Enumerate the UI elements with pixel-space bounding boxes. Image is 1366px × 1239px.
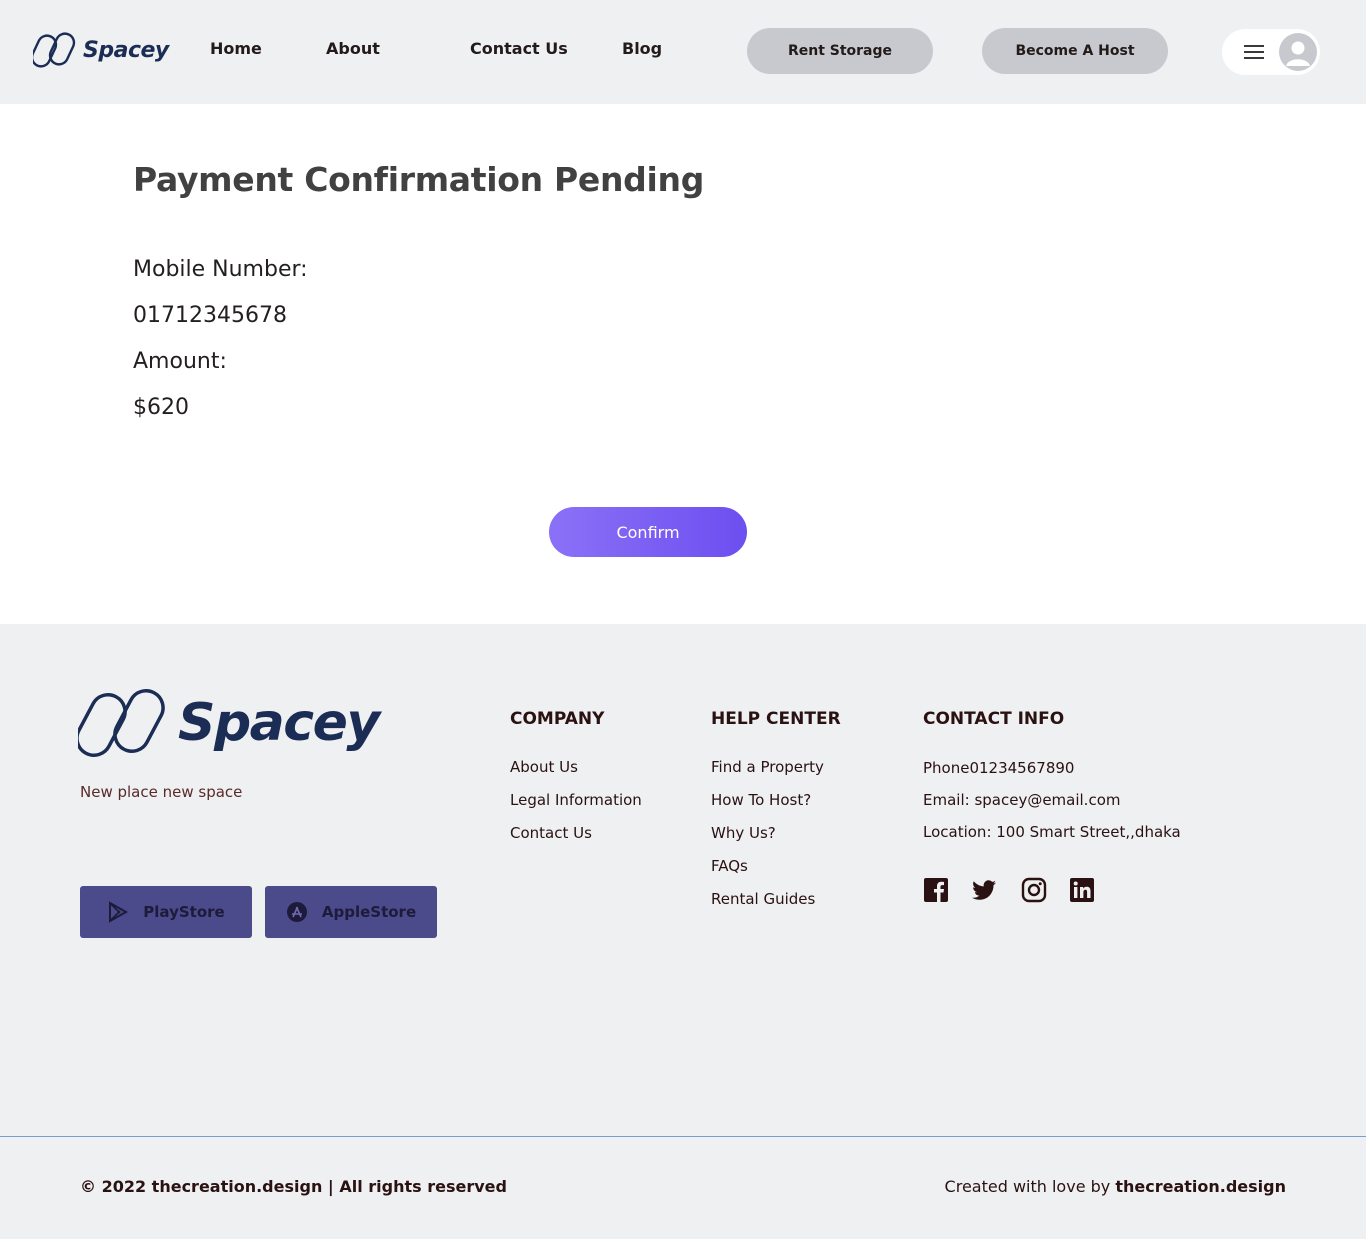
mobile-label: Mobile Number:: [133, 257, 308, 282]
logo-mark-icon: [78, 689, 165, 757]
logo-mark-icon: [33, 32, 76, 68]
nav-blog[interactable]: Blog: [622, 39, 662, 58]
contact-email[interactable]: Email: spacey@email.com: [923, 791, 1121, 809]
play-store-icon: [107, 901, 129, 923]
footer-link-faqs[interactable]: FAQs: [711, 857, 748, 875]
footer-link-legal-information[interactable]: Legal Information: [510, 791, 642, 809]
help-center-heading: HELP CENTER: [711, 709, 841, 729]
linkedin-icon[interactable]: [1069, 877, 1095, 903]
amount-label: Amount:: [133, 349, 227, 374]
rent-storage-button[interactable]: Rent Storage: [747, 28, 933, 74]
playstore-button[interactable]: PlayStore: [80, 886, 252, 938]
playstore-label: PlayStore: [143, 903, 225, 921]
user-menu-button[interactable]: [1222, 29, 1320, 75]
applestore-label: AppleStore: [321, 903, 417, 921]
footer-link-how-to-host[interactable]: How To Host?: [711, 791, 811, 809]
applestore-button[interactable]: AppleStore: [265, 886, 437, 938]
footer-link-contact-us[interactable]: Contact Us: [510, 824, 592, 842]
nav-about[interactable]: About: [326, 39, 380, 58]
footer-link-rental-guides[interactable]: Rental Guides: [711, 890, 815, 908]
footer-logo[interactable]: Spacey: [78, 688, 380, 758]
hamburger-menu-icon: [1244, 45, 1264, 59]
footer-link-about-us[interactable]: About Us: [510, 758, 578, 776]
contact-phone: Phone01234567890: [923, 759, 1075, 777]
facebook-icon[interactable]: [923, 877, 949, 903]
avatar: [1279, 33, 1317, 71]
amount-value: $620: [133, 395, 189, 420]
contact-location: Location: 100 Smart Street,,dhaka: [923, 823, 1181, 841]
page-title: Payment Confirmation Pending: [133, 160, 705, 199]
logo-text: Spacey: [83, 37, 169, 63]
credit-brand-link[interactable]: thecreation.design: [1115, 1177, 1286, 1196]
footer-logo-text: Spacey: [178, 693, 380, 753]
mobile-value: 01712345678: [133, 303, 287, 328]
header: Spacey Home About Contact Us Blog Rent S…: [0, 0, 1366, 104]
footer-link-find-property[interactable]: Find a Property: [711, 758, 824, 776]
user-icon: [1286, 41, 1310, 66]
instagram-icon[interactable]: [1021, 877, 1047, 903]
nav-home[interactable]: Home: [210, 39, 262, 58]
credit: Created with love by thecreation.design: [945, 1177, 1286, 1196]
app-store-icon: [286, 901, 308, 923]
twitter-icon[interactable]: [971, 877, 997, 903]
tagline: New place new space: [80, 783, 243, 801]
footer-divider: [0, 1136, 1366, 1137]
confirm-button[interactable]: Confirm: [549, 507, 747, 557]
footer-link-why-us[interactable]: Why Us?: [711, 824, 776, 842]
copyright: © 2022 thecreation.design | All rights r…: [80, 1177, 507, 1196]
nav-contact-us[interactable]: Contact Us: [470, 39, 568, 58]
credit-prefix: Created with love by: [944, 1177, 1116, 1196]
contact-info-heading: CONTACT INFO: [923, 709, 1065, 729]
logo[interactable]: Spacey: [33, 31, 169, 69]
company-heading: COMPANY: [510, 709, 605, 729]
become-host-button[interactable]: Become A Host: [982, 28, 1168, 74]
